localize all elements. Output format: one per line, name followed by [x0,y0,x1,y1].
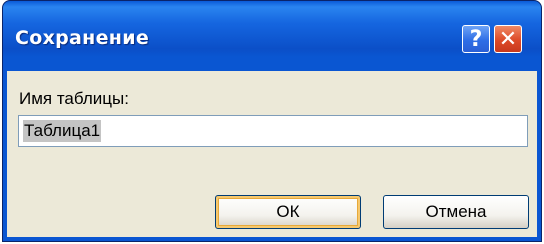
table-name-label: Имя таблицы: [19,89,129,108]
ok-button[interactable]: ОК [215,195,361,229]
help-button[interactable]: ? [462,25,490,53]
dialog-title: Сохранение [15,27,150,49]
save-dialog: Сохранение ? ✕ Имя таблицы: Таблица1 ОК … [2,0,542,242]
table-name-value: Таблица1 [23,120,102,142]
table-name-input[interactable]: Таблица1 [18,115,528,147]
cancel-button[interactable]: Отмена [383,195,529,229]
dialog-body: Имя таблицы: Таблица1 ОК Отмена [7,71,537,237]
help-icon: ? [469,26,483,52]
title-bar[interactable]: Сохранение ? ✕ [3,1,541,71]
close-button[interactable]: ✕ [494,25,522,53]
close-icon: ✕ [498,26,518,52]
